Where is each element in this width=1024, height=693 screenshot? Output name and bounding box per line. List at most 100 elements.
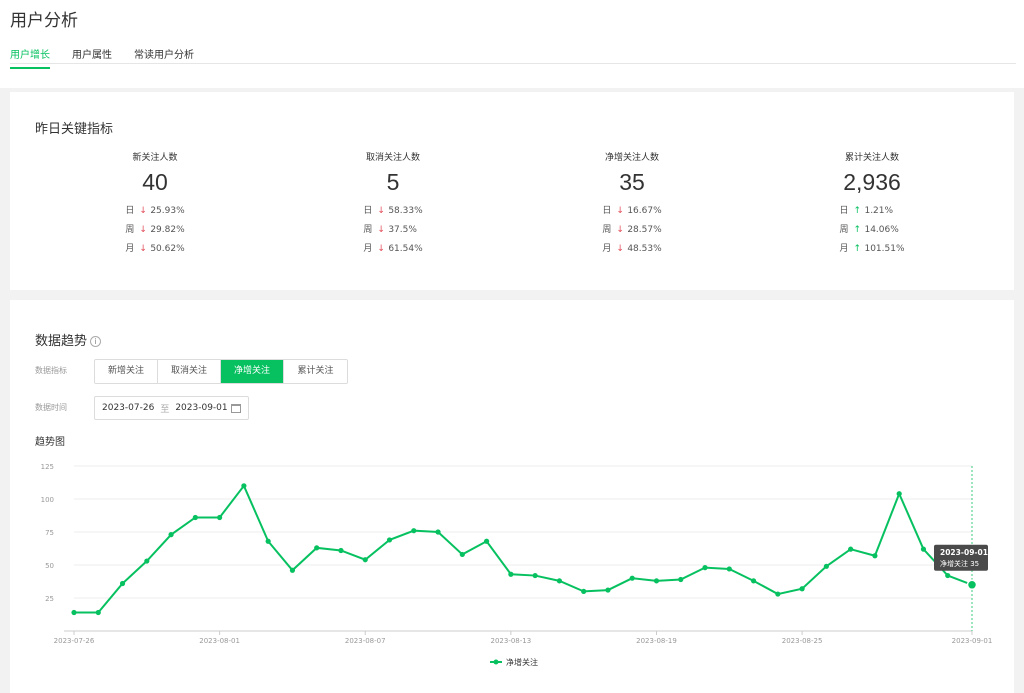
arrow-down-icon: ↓ [616, 225, 624, 235]
change-percent: 58.33% [388, 206, 423, 216]
arrow-down-icon: ↓ [139, 225, 147, 235]
data-point [95, 609, 101, 616]
arrow-up-icon: ↑ [853, 244, 862, 254]
arrow-down-icon: ↓ [616, 206, 624, 216]
data-point [217, 514, 223, 521]
data-point [459, 551, 465, 558]
kpi-change-row: 日 ↓ 25.93% [125, 202, 184, 221]
page-header: 用户分析 用户增长 用户属性 常读用户分析 [0, 0, 1024, 88]
data-point [653, 578, 660, 584]
y-tick-label: 125 [41, 463, 54, 471]
legend-marker [493, 659, 499, 665]
kpi-label: 累计关注人数 [844, 153, 899, 163]
data-point [241, 483, 247, 489]
period-label: 月 [839, 244, 849, 254]
x-tick-label: 2023-08-01 [199, 637, 240, 645]
arrow-up-icon: ↑ [853, 206, 862, 216]
period-label: 周 [839, 225, 849, 235]
period-label: 日 [602, 206, 612, 216]
data-point [848, 546, 854, 552]
x-tick-label: 2023-09-01 [952, 637, 993, 645]
data-point [678, 576, 684, 583]
data-point [823, 563, 829, 569]
x-tick-label: 2023-08-25 [782, 637, 823, 645]
arrow-down-icon: ↓ [139, 206, 147, 216]
change-percent: 28.57% [627, 225, 662, 235]
kpi-change-row: 周 ↓ 28.57% [602, 221, 661, 240]
data-point [605, 587, 611, 593]
kpi-change-row: 日 ↑ 1.21% [839, 202, 904, 221]
kpi-unfollow: 取消关注人数 5 日 ↓ 58.33% 周 ↓ 37.5% 月 ↓ 61.54% [318, 150, 468, 259]
change-percent: 14.06% [864, 225, 899, 235]
data-point [386, 537, 393, 543]
tab-bar: 用户增长 用户属性 常读用户分析 [10, 46, 194, 69]
data-point [435, 529, 441, 535]
data-point [872, 553, 878, 559]
kpi-change-row: 日 ↓ 16.67% [602, 202, 661, 221]
data-point [71, 609, 77, 616]
change-percent: 61.54% [388, 244, 423, 254]
kpi-section-title: 昨日关键指标 [35, 122, 114, 137]
data-point [629, 575, 635, 581]
data-point [726, 566, 732, 572]
kpi-new-follow: 新关注人数 40 日 ↓ 25.93% 周 ↓ 29.82% 月 ↓ 50.62% [80, 150, 230, 259]
data-point [168, 532, 174, 538]
data-point [775, 591, 781, 597]
kpi-value: 35 [619, 169, 645, 195]
kpi-card: 昨日关键指标 新关注人数 40 日 ↓ 25.93% 周 ↓ 29.82% 月 ↓ 50.6… [10, 92, 1014, 290]
data-point [702, 565, 708, 571]
tab-user-attributes[interactable]: 用户属性 [72, 46, 112, 69]
arrow-down-icon: ↓ [377, 244, 385, 254]
period-label: 日 [363, 206, 373, 216]
kpi-label: 取消关注人数 [365, 153, 420, 163]
kpi-value: 5 [386, 169, 400, 195]
kpi-change-list: 日 ↓ 25.93% 周 ↓ 29.82% 月 ↓ 50.62% [125, 202, 184, 259]
data-point [920, 546, 927, 552]
x-tick-label: 2023-08-19 [636, 637, 677, 645]
y-tick-label: 25 [45, 595, 54, 603]
data-point [362, 557, 368, 563]
tooltip-date: 2023-09-01 [940, 548, 988, 557]
kpi-change-list: 日 ↑ 1.21% 周 ↑ 14.06% 月 ↑ 101.51% [839, 202, 904, 259]
data-point [314, 545, 320, 551]
kpi-label: 净增关注人数 [604, 153, 659, 163]
period-label: 日 [125, 206, 135, 216]
kpi-change-list: 日 ↓ 58.33% 周 ↓ 37.5% 月 ↓ 61.54% [363, 202, 422, 259]
kpi-change-row: 月 ↑ 101.51% [839, 240, 904, 259]
kpi-change-row: 周 ↑ 14.06% [839, 221, 904, 240]
kpi-change-row: 周 ↓ 29.82% [125, 221, 184, 240]
data-point [265, 538, 271, 544]
tooltip-value: 净增关注 35 [940, 559, 979, 568]
data-point [896, 491, 902, 497]
arrow-up-icon: ↑ [853, 225, 862, 235]
tab-user-growth[interactable]: 用户增长 [10, 46, 50, 69]
period-label: 月 [602, 244, 612, 254]
data-point [289, 567, 296, 573]
x-tick-label: 2023-08-07 [345, 637, 386, 645]
change-percent: 37.5% [388, 225, 417, 235]
arrow-down-icon: ↓ [139, 244, 147, 254]
kpi-change-row: 日 ↓ 58.33% [363, 202, 422, 221]
kpi-change-row: 周 ↓ 37.5% [363, 221, 422, 240]
kpi-net-follow: 净增关注人数 35 日 ↓ 16.67% 周 ↓ 28.57% 月 ↓ 48.53% [557, 150, 707, 259]
data-point [411, 528, 417, 534]
page-title: 用户分析 [10, 11, 78, 31]
change-percent: 101.51% [864, 244, 905, 254]
kpi-change-list: 日 ↓ 16.67% 周 ↓ 28.57% 月 ↓ 48.53% [602, 202, 661, 259]
kpi-change-row: 月 ↓ 48.53% [602, 240, 661, 259]
x-tick-label: 2023-07-26 [54, 637, 95, 645]
tab-frequent-readers[interactable]: 常读用户分析 [134, 46, 194, 69]
trend-line-chart: 25 50 75 100 125 2023-07-26 2023-08-01 2023-08-… [41, 463, 993, 667]
kpi-value: 2,936 [843, 169, 901, 195]
arrow-down-icon: ↓ [616, 244, 624, 254]
data-point [750, 578, 757, 584]
data-point [144, 558, 150, 564]
data-point [581, 588, 587, 594]
period-label: 月 [363, 244, 373, 254]
series-line [74, 483, 973, 614]
data-point [483, 538, 490, 544]
arrow-down-icon: ↓ [377, 225, 385, 235]
period-label: 周 [363, 225, 373, 235]
data-point [945, 572, 951, 579]
y-tick-label: 50 [45, 562, 54, 570]
